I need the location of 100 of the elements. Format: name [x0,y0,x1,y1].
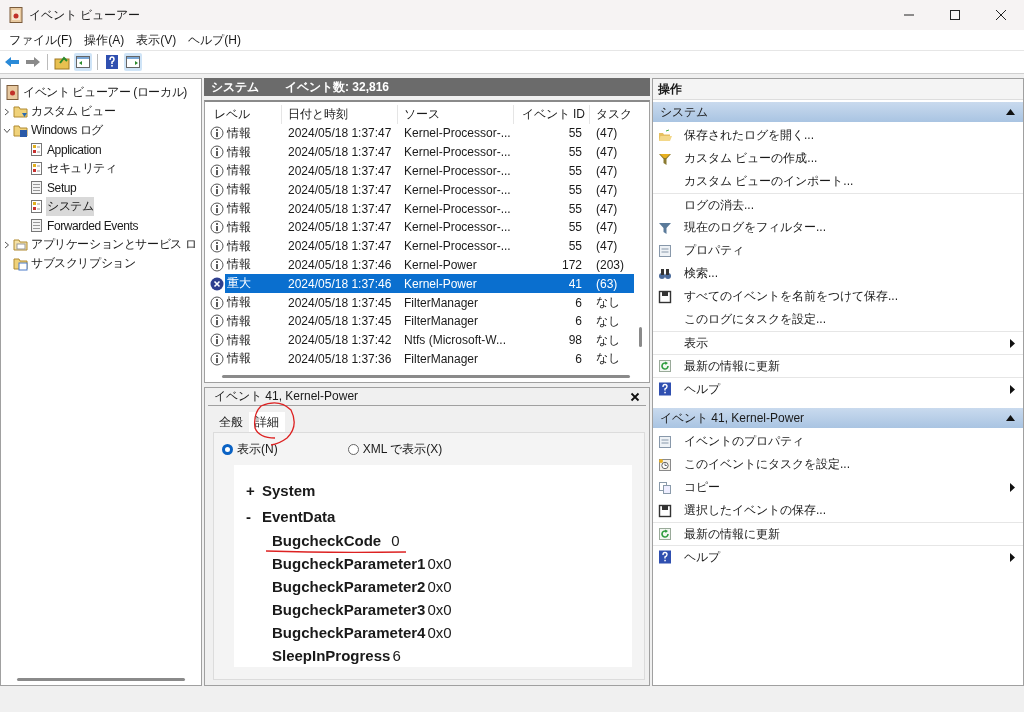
table-cell[interactable]: 2024/05/18 1:37:47 [282,182,398,197]
table-cell[interactable]: 172 [514,257,590,272]
table-cell[interactable]: (47) [590,164,634,178]
menu-item[interactable]: ヘルプ(H) [182,31,247,49]
table-cell[interactable]: Kernel-Power [398,274,514,294]
collapse-icon[interactable] [1006,109,1015,115]
menu-item[interactable]: ファイル(F) [3,31,79,49]
close-icon[interactable] [630,391,640,402]
table-cell[interactable]: 2024/05/18 1:37:46 [282,257,398,272]
tree-item[interactable]: カスタム ビュー [30,102,117,121]
action-item[interactable]: カスタム ビューの作成... [684,150,1015,167]
action-item[interactable]: プロパティ [684,242,1015,259]
table-cell[interactable]: Kernel-Processor-... [398,201,514,216]
tree-item[interactable]: アプリケーションとサービス ロ [30,235,198,254]
table-cell[interactable]: 情報 [225,330,282,350]
table-cell[interactable]: 41 [514,274,590,294]
action-pane-button[interactable] [124,53,142,71]
table-cell[interactable]: (203) [590,257,634,272]
table-cell[interactable]: (47) [590,220,634,235]
action-item[interactable]: イベントのプロパティ [684,433,1015,450]
table-cell[interactable]: 情報 [225,236,282,256]
radio-button[interactable]: XML で表示(X) [347,440,443,458]
table-cell[interactable]: Kernel-Power [398,257,514,272]
tree-item[interactable]: Setup [46,179,78,196]
chevron-icon[interactable] [3,240,11,249]
table-cell[interactable]: FilterManager [398,351,514,366]
table-cell[interactable]: FilterManager [398,314,514,329]
action-item[interactable]: 現在のログをフィルター... [684,219,1015,236]
table-cell[interactable]: 55 [514,164,590,178]
table-cell[interactable]: 55 [514,182,590,197]
action-item[interactable]: ヘルプ [684,548,1010,566]
action-item[interactable]: カスタム ビューのインポート... [684,173,1015,190]
action-item[interactable]: このイベントにタスクを設定... [684,456,1015,473]
tree-item[interactable]: Windows ログ [30,121,104,140]
table-cell[interactable]: 情報 [225,124,282,143]
table-cell[interactable]: 2024/05/18 1:37:47 [282,126,398,141]
table-cell[interactable]: 情報 [225,218,282,237]
tree-item[interactable]: Forwarded Events [46,217,139,234]
menu-item[interactable]: 表示(V) [130,31,183,49]
table-cell[interactable]: (47) [590,145,634,160]
pane-toggle-button[interactable] [74,53,92,71]
table-cell[interactable]: 2024/05/18 1:37:45 [282,295,398,310]
column-header[interactable]: 日付と時刻 [282,105,398,124]
action-item[interactable]: ヘルプ [684,380,1010,398]
help-button[interactable] [103,53,121,71]
action-item[interactable]: 表示 [684,334,1010,352]
table-cell[interactable]: 2024/05/18 1:37:46 [282,274,398,294]
table-cell[interactable]: (47) [590,126,634,141]
table-cell[interactable]: 2024/05/18 1:37:47 [282,239,398,254]
table-cell[interactable]: 重大 [225,274,282,294]
action-item[interactable]: 保存されたログを開く... [684,127,1015,144]
table-cell[interactable]: 6 [514,351,590,366]
table-cell[interactable]: 情報 [225,311,282,331]
table-cell[interactable]: Kernel-Processor-... [398,164,514,178]
table-cell[interactable]: Kernel-Processor-... [398,182,514,197]
table-cell[interactable]: 2024/05/18 1:37:47 [282,164,398,178]
expand-toggle[interactable]: - [246,507,262,525]
table-cell[interactable]: (63) [590,274,634,294]
table-cell[interactable]: Kernel-Processor-... [398,145,514,160]
action-item[interactable]: コピー [684,479,1010,496]
table-cell[interactable]: 情報 [225,199,282,218]
expand-toggle[interactable]: + [246,481,262,499]
tree-item[interactable]: Application [46,141,103,158]
action-item[interactable]: 選択したイベントの保存... [684,502,1015,519]
table-cell[interactable]: Ntfs (Microsoft-W... [398,333,514,348]
table-cell[interactable]: 情報 [225,142,282,162]
table-cell[interactable]: 2024/05/18 1:37:42 [282,333,398,348]
table-cell[interactable]: (47) [590,201,634,216]
column-header[interactable]: レベル [208,105,282,124]
table-cell[interactable]: FilterManager [398,295,514,310]
table-cell[interactable]: なし [590,331,634,349]
table-cell[interactable]: 98 [514,333,590,348]
table-cell[interactable]: 2024/05/18 1:37:36 [282,351,398,366]
table-cell[interactable]: 2024/05/18 1:37:47 [282,145,398,160]
table-cell[interactable]: 55 [514,126,590,141]
tab[interactable]: 詳細 [249,412,285,432]
chevron-icon[interactable] [3,126,11,135]
action-item[interactable]: ログの消去... [684,196,1015,214]
section-header[interactable]: イベント 41, Kernel-Power [653,408,1023,428]
table-cell[interactable]: 2024/05/18 1:37:47 [282,220,398,235]
tree-item[interactable]: サブスクリプション [30,254,137,273]
radio-button[interactable]: 表示(N) [222,440,278,458]
table-cell[interactable]: 情報 [225,349,282,369]
table-cell[interactable]: 情報 [225,161,282,181]
table-cell[interactable]: Kernel-Processor-... [398,126,514,141]
tree-item[interactable]: セキュリティ [46,159,118,178]
tree-item[interactable]: システム [46,197,95,216]
tree-item[interactable]: イベント ビューアー (ローカル) [22,83,188,102]
table-cell[interactable]: 情報 [225,293,282,312]
table-cell[interactable]: 6 [514,295,590,310]
table-cell[interactable]: 2024/05/18 1:37:47 [282,201,398,216]
table-cell[interactable]: なし [590,312,634,330]
table-cell[interactable]: なし [590,294,634,312]
table-cell[interactable]: 2024/05/18 1:37:45 [282,314,398,329]
table-cell[interactable]: なし [590,350,634,368]
scrollbar[interactable] [17,677,185,681]
scrollbar[interactable] [638,327,642,347]
action-item[interactable]: 検索... [684,265,1015,282]
table-cell[interactable]: 55 [514,145,590,160]
action-item[interactable]: すべてのイベントを名前をつけて保存... [684,288,1015,305]
